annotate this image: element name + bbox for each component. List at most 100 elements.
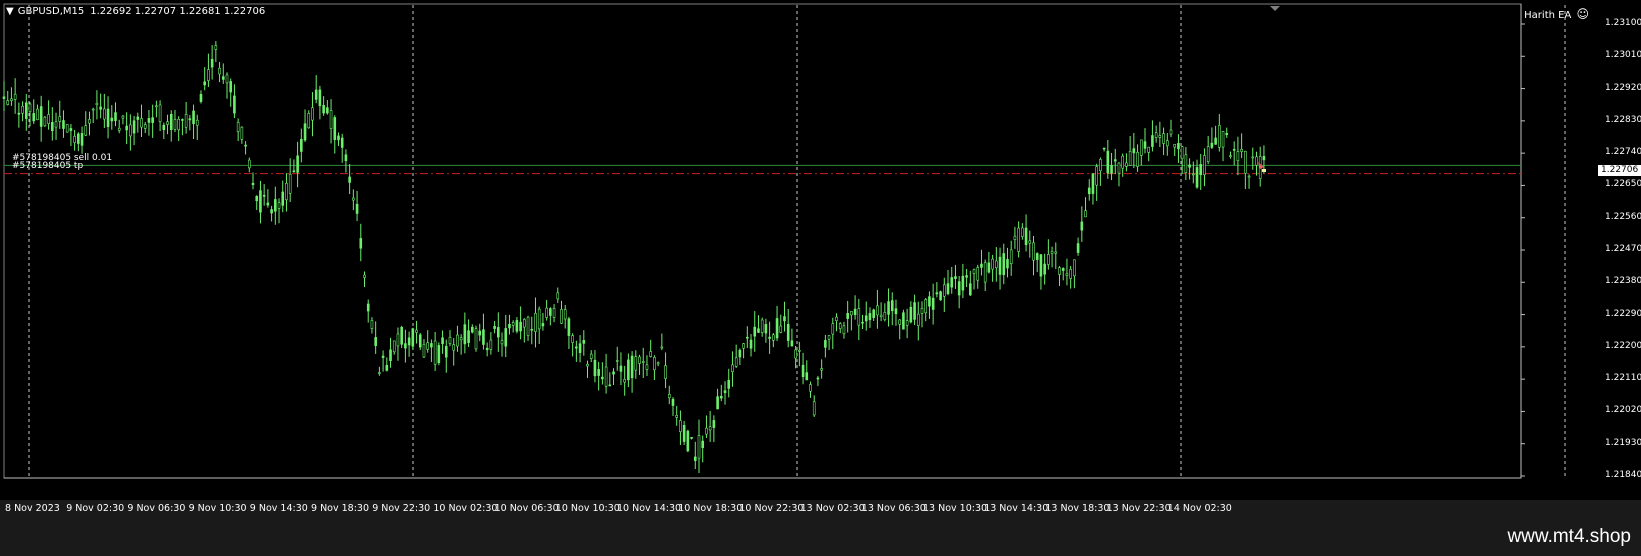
candle-body — [1199, 164, 1203, 176]
candle-body — [456, 334, 459, 347]
candle-body — [259, 190, 262, 213]
candle-body — [738, 349, 742, 358]
candle-body — [1125, 162, 1128, 167]
candle-body — [571, 335, 574, 343]
candle-body — [1099, 159, 1102, 171]
candle-body — [285, 183, 288, 201]
candle-body — [894, 308, 898, 315]
candle-body — [816, 377, 820, 380]
candle-body — [746, 336, 749, 339]
candle-body — [1073, 259, 1076, 277]
candle-body — [1173, 144, 1177, 148]
candle-body — [1139, 139, 1143, 156]
candle-body — [318, 89, 322, 107]
candle-body — [463, 324, 467, 345]
candle-body — [868, 313, 872, 321]
candle-body — [192, 110, 195, 125]
candle-body — [764, 324, 768, 334]
candle-body — [913, 302, 916, 320]
candle-body — [552, 308, 556, 318]
candle-body — [497, 327, 500, 338]
candle-body — [1121, 155, 1124, 169]
candle-body — [879, 314, 883, 317]
candle-body — [991, 258, 994, 270]
candle-body — [734, 357, 738, 367]
candle-body — [883, 311, 887, 321]
candle-body — [1128, 150, 1132, 166]
candle-body — [615, 360, 619, 362]
candle-body — [556, 292, 560, 300]
candle-body — [1221, 131, 1225, 148]
time-tick-label: 9 Nov 18:30 — [311, 503, 370, 514]
candle-body — [452, 344, 456, 351]
candle-body — [1039, 254, 1043, 277]
candle-body — [355, 203, 359, 214]
chart-window[interactable]: ▼ GBPUSD,M15 1.22692 1.22707 1.22681 1.227… — [0, 0, 1641, 514]
candle-body — [671, 398, 675, 406]
candle-body — [567, 318, 571, 336]
candle-body — [634, 356, 638, 371]
candle-body — [1162, 133, 1165, 144]
expert-advisor-label[interactable]: Harith EA ☺ — [1524, 7, 1589, 21]
candle-body — [686, 430, 690, 452]
candle-body — [422, 344, 426, 358]
candle-body — [928, 296, 931, 307]
candle-body — [519, 321, 522, 332]
time-tick-label: 8 Nov 2023 — [5, 503, 60, 514]
candle-body — [322, 105, 325, 114]
time-tick-label: 14 Nov 02:30 — [1167, 503, 1232, 514]
price-chart[interactable] — [0, 0, 1641, 500]
candle-body — [233, 95, 236, 114]
price-axis[interactable]: 1.23100 1.23010 1.22920 1.22830 1.22740 1.226… — [1601, 0, 1641, 500]
candle-body — [210, 58, 214, 68]
price-tick-label: 1.22740 — [1605, 147, 1641, 158]
time-tick-label: 9 Nov 02:30 — [66, 503, 125, 514]
candle-body — [1054, 251, 1058, 254]
time-axis[interactable]: 8 Nov 2023 9 Nov 02:30 9 Nov 06:30 9 Nov 10… — [0, 503, 1600, 517]
candle-body — [426, 342, 429, 350]
candle-body — [530, 328, 534, 331]
time-tick-label: 13 Nov 06:30 — [861, 503, 926, 514]
candle-body — [523, 319, 526, 328]
candle-body — [500, 340, 504, 345]
candle-body — [333, 117, 337, 140]
candle-body — [1069, 269, 1072, 279]
candle-body — [864, 315, 868, 322]
candle-body — [1195, 167, 1199, 188]
candle-body — [229, 81, 233, 93]
candle-body — [169, 113, 173, 131]
candle-body — [482, 329, 485, 345]
candle-body — [24, 102, 28, 119]
candle-body — [292, 170, 296, 173]
candle-body — [1147, 146, 1151, 153]
candle-body — [597, 369, 600, 376]
candle-body — [448, 336, 452, 344]
candle-body — [91, 108, 95, 111]
candle-body — [166, 121, 169, 125]
candle-body — [1132, 148, 1136, 154]
candle-body — [381, 355, 385, 358]
candle-body — [705, 427, 708, 435]
candle-body — [352, 197, 355, 201]
candle-body — [720, 395, 723, 399]
shift-marker-icon[interactable] — [1270, 6, 1280, 11]
collapse-triangle-icon[interactable]: ▼ — [6, 6, 14, 17]
candle-body — [28, 103, 32, 112]
candle-body — [236, 121, 240, 132]
candle-body — [846, 313, 849, 319]
candle-body — [1084, 210, 1087, 218]
candle-body — [575, 346, 578, 349]
price-tick-label: 1.22470 — [1605, 244, 1641, 254]
candle-body — [363, 274, 366, 278]
candle-body — [1091, 173, 1095, 194]
candle-body — [489, 339, 493, 350]
candle-body — [980, 263, 983, 268]
candle-body — [129, 124, 132, 137]
time-tick-label: 13 Nov 18:30 — [1045, 503, 1110, 514]
candle-body — [842, 325, 846, 335]
candle-body — [909, 306, 913, 323]
candle-body — [114, 112, 117, 121]
candle-body — [132, 120, 136, 134]
candle-body — [244, 144, 247, 147]
candle-body — [508, 324, 511, 329]
